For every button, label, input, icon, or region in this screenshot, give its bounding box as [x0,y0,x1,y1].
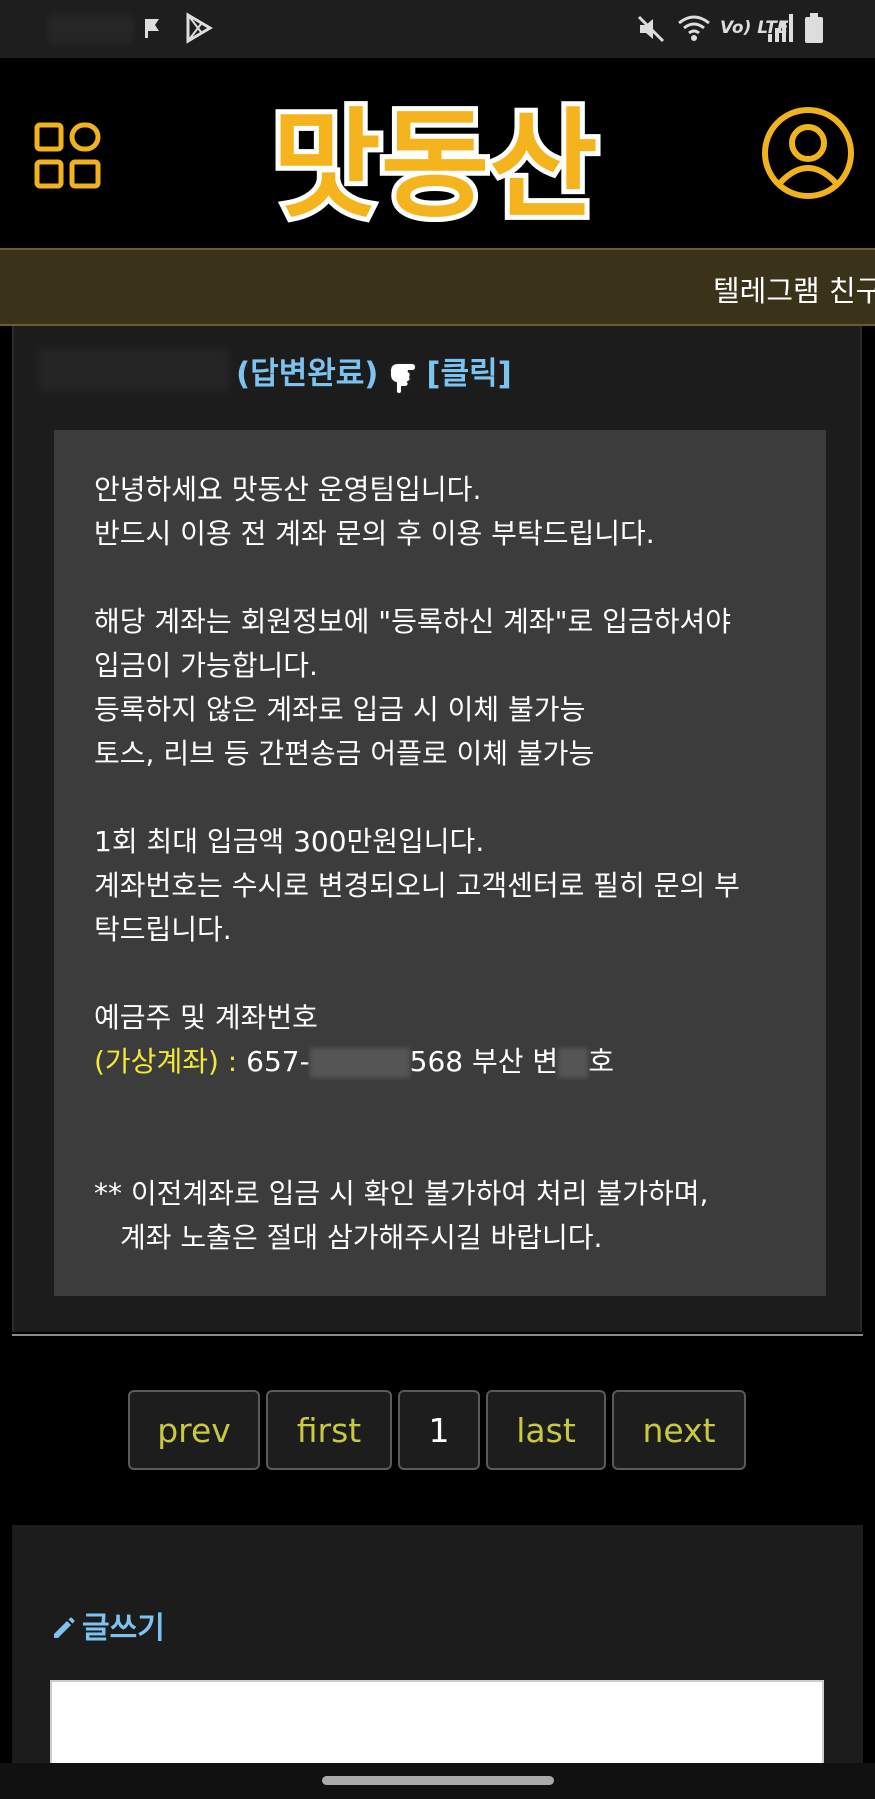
write-post-link[interactable]: 글쓰기 [50,1603,165,1647]
logo-text: 맛동산 [272,96,598,234]
divider [12,1334,863,1336]
signal-icon [768,14,793,42]
pencil-icon [54,1617,75,1638]
pointing-hand-icon [389,361,418,395]
notice-line: 토스, 리브 등 간편송금 어플로 이체 불가능 [94,737,595,770]
wifi-icon [678,15,710,41]
notice-line: 안녕하세요 맛동산 운영팀입니다. [94,473,482,506]
warning-line: ** 이전계좌로 입금 시 확인 불가하여 처리 불가하며, [94,1177,709,1210]
notice-box: 안녕하세요 맛동산 운영팀입니다. 반드시 이용 전 계좌 문의 후 이용 부탁… [54,430,826,1296]
prev-page-button[interactable]: prev [128,1390,260,1470]
flag-icon [145,19,159,38]
system-nav-bar [0,1763,875,1799]
notice-line: 탁드립니다. [94,913,232,946]
write-panel: 글쓰기 [12,1525,863,1770]
site-logo[interactable]: 맛동산 [205,88,665,238]
click-link[interactable]: [클릭] [426,356,511,392]
post-panel: (답변완료) [클릭] 안녕하세요 맛동산 운영팀입니다. 반드시 이용 전 계… [12,326,862,1332]
account-name-end: 호 [588,1045,614,1078]
masked-account-digits [309,1048,410,1078]
write-label: 글쓰기 [82,1611,165,1646]
comment-textarea[interactable] [50,1680,824,1770]
answer-status-line[interactable]: (답변완료) [클릭] [236,348,512,395]
notice-line: 1회 최대 입금액 300만원입니다. [94,825,485,858]
last-page-button[interactable]: last [486,1390,606,1470]
masked-name [558,1048,589,1078]
account-holder-heading: 예금주 및 계좌번호 [94,1001,318,1034]
notice-line: 입금이 가능합니다. [94,649,318,682]
grid-menu-icon[interactable] [32,120,104,192]
notice-line: 반드시 이용 전 계좌 문의 후 이용 부탁드립니다. [94,517,655,550]
account-number-line: (가상계좌) : 657- 568 부산 변 호 [94,1040,790,1084]
status-bar: Vo) LTE [0,0,875,58]
post-title-blurred [39,348,229,392]
marquee-ticker[interactable]: 텔레그램 친구 [0,248,875,326]
account-number-suffix: 568 부산 변 [409,1045,559,1078]
first-page-button[interactable]: first [266,1390,392,1470]
answer-complete-label: (답변완료) [236,356,379,392]
notice-line: 해당 계좌는 회원정보에 "등록하신 계좌"로 입금하셔야 [94,605,731,638]
mute-icon [637,15,665,43]
home-gesture-handle[interactable] [322,1776,554,1785]
play-store-icon [186,12,213,44]
ticker-text: 텔레그램 친구 [713,274,875,308]
notice-line: 등록하지 않은 계좌로 입금 시 이체 불가능 [94,693,586,726]
battery-icon [805,13,823,43]
next-page-button[interactable]: next [612,1390,746,1470]
site-header: 맛동산 [0,58,875,248]
virtual-account-label: (가상계좌) : [94,1045,247,1078]
status-time-blurred [48,14,134,44]
user-profile-icon[interactable] [760,105,856,201]
account-number-prefix: 657- [246,1045,310,1078]
current-page-button[interactable]: 1 [398,1390,480,1470]
warning-line: 계좌 노출은 절대 삼가해주시길 바랍니다. [120,1221,603,1254]
notice-line: 계좌번호는 수시로 변경되오니 고객센터로 필히 문의 부 [94,869,740,902]
